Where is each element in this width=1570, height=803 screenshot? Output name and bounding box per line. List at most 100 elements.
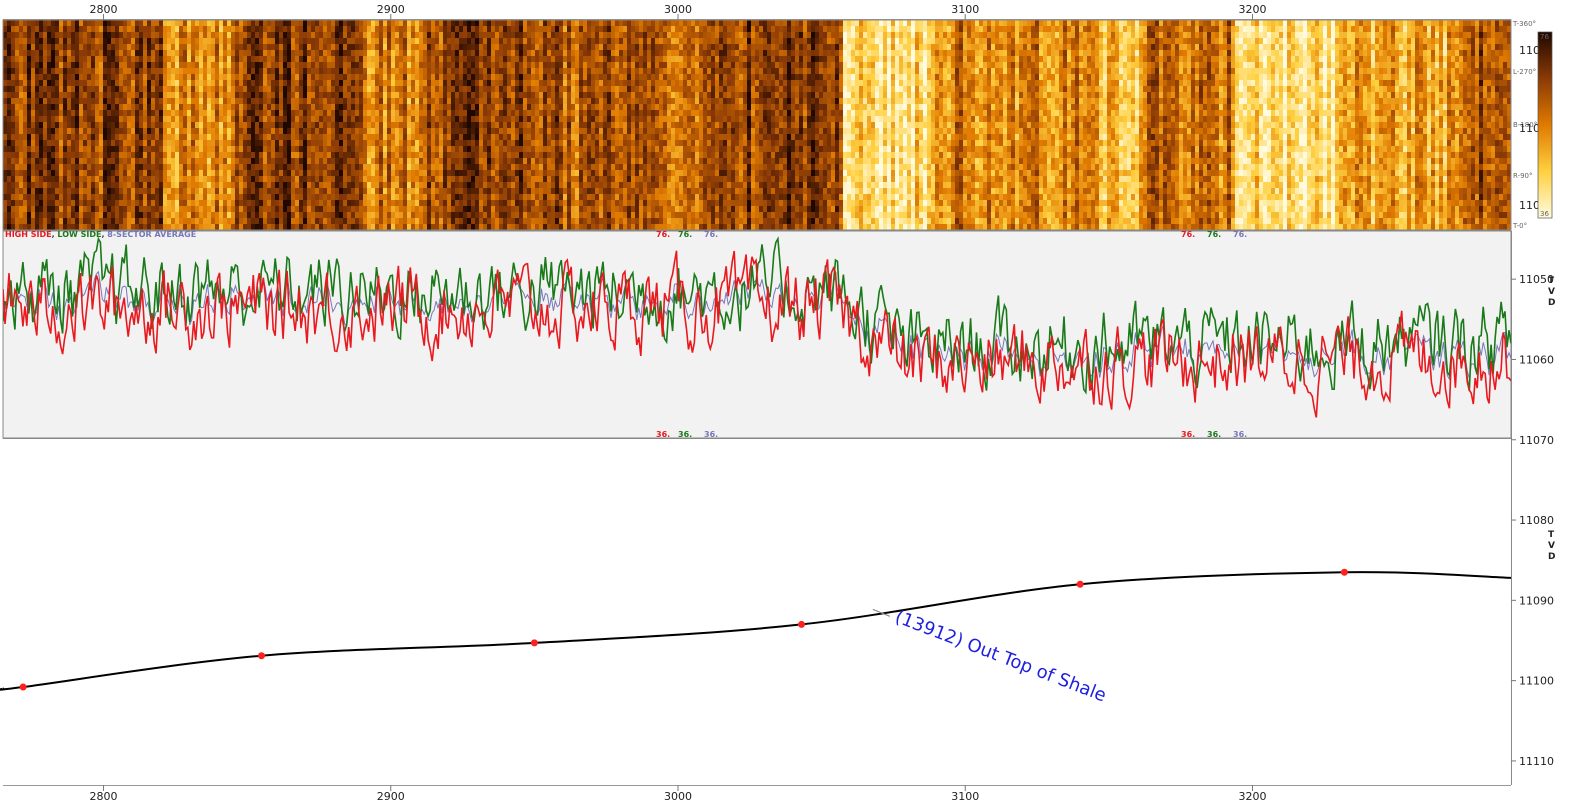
heatmap-cell — [247, 74, 251, 80]
heatmap-cell — [411, 212, 415, 218]
heatmap-cell — [267, 98, 271, 104]
heatmap-cell — [147, 170, 151, 176]
heatmap-cell — [27, 86, 31, 92]
heatmap-cell — [535, 188, 539, 194]
heatmap-cell — [191, 74, 195, 80]
heatmap-cell — [39, 116, 43, 122]
heatmap-cell — [11, 158, 15, 164]
heatmap-cell — [539, 56, 543, 62]
heatmap-cell — [11, 92, 15, 98]
heatmap-cell — [191, 170, 195, 176]
heatmap-cell — [119, 110, 123, 116]
heatmap-cell — [251, 26, 255, 32]
heatmap-cell — [551, 92, 555, 98]
heatmap-cell — [291, 86, 295, 92]
heatmap-cell — [435, 140, 439, 146]
heatmap-cell — [499, 50, 503, 56]
heatmap-cell — [259, 158, 263, 164]
heatmap-cell — [379, 20, 383, 26]
heatmap-cell — [419, 122, 423, 128]
heatmap-cell — [351, 92, 355, 98]
heatmap-cell — [259, 224, 263, 230]
heatmap-cell — [287, 134, 291, 140]
heatmap-cell — [79, 92, 83, 98]
heatmap-cell — [551, 74, 555, 80]
heatmap-cell — [411, 50, 415, 56]
heatmap-cell — [175, 62, 179, 68]
heatmap-cell — [159, 92, 163, 98]
heatmap-cell — [187, 56, 191, 62]
heatmap-cell — [171, 188, 175, 194]
heatmap-cell — [227, 170, 231, 176]
heatmap-cell — [263, 62, 267, 68]
heatmap-cell — [43, 80, 47, 86]
heatmap-cell — [379, 80, 383, 86]
heatmap-cell — [519, 152, 523, 158]
heatmap-cell — [499, 176, 503, 182]
heatmap-cell — [259, 50, 263, 56]
heatmap-cell — [195, 194, 199, 200]
heatmap-cell — [19, 44, 23, 50]
heatmap-cell — [519, 92, 523, 98]
heatmap-cell — [47, 62, 51, 68]
heatmap-cell — [447, 74, 451, 80]
heatmap-cell — [371, 50, 375, 56]
heatmap-cell — [451, 224, 455, 230]
heatmap-cell — [207, 224, 211, 230]
heatmap-cell — [59, 32, 63, 38]
heatmap-cell — [159, 50, 163, 56]
heatmap-cell — [431, 212, 435, 218]
heatmap-cell — [195, 62, 199, 68]
heatmap-cell — [239, 98, 243, 104]
heatmap-cell — [303, 152, 307, 158]
heatmap-cell — [515, 74, 519, 80]
heatmap-cell — [187, 62, 191, 68]
heatmap-cell — [3, 44, 7, 50]
heatmap-cell — [563, 92, 567, 98]
heatmap-cell — [307, 62, 311, 68]
heatmap-cell — [531, 44, 535, 50]
heatmap-cell — [223, 206, 227, 212]
heatmap-cell — [215, 62, 219, 68]
heatmap-cell — [11, 44, 15, 50]
heatmap-cell — [439, 146, 443, 152]
heatmap-cell — [259, 80, 263, 86]
heatmap-cell — [203, 92, 207, 98]
heatmap-cell — [187, 110, 191, 116]
heatmap-cell — [103, 122, 107, 128]
heatmap-cell — [299, 194, 303, 200]
heatmap-cell — [563, 62, 567, 68]
heatmap-cell — [191, 176, 195, 182]
heatmap-cell — [307, 38, 311, 44]
heatmap-cell — [231, 44, 235, 50]
heatmap-cell — [527, 20, 531, 26]
heatmap-cell — [403, 32, 407, 38]
heatmap-cell — [319, 170, 323, 176]
heatmap-cell — [443, 50, 447, 56]
heatmap-cell — [247, 56, 251, 62]
heatmap-cell — [115, 152, 119, 158]
heatmap-cell — [95, 218, 99, 224]
heatmap-cell — [563, 104, 567, 110]
heatmap-cell — [515, 182, 519, 188]
heatmap-cell — [59, 20, 63, 26]
heatmap-cell — [423, 206, 427, 212]
heatmap-cell — [523, 140, 527, 146]
heatmap-cell — [311, 104, 315, 110]
heatmap-cell — [47, 26, 51, 32]
heatmap-cell — [259, 212, 263, 218]
heatmap-cell — [403, 164, 407, 170]
heatmap-cell — [323, 20, 327, 26]
heatmap-cell — [19, 122, 23, 128]
heatmap-cell — [447, 38, 451, 44]
heatmap-cell — [439, 104, 443, 110]
heatmap-cell — [299, 206, 303, 212]
heatmap-cell — [499, 68, 503, 74]
heatmap-cell — [75, 80, 79, 86]
heatmap-cell — [371, 152, 375, 158]
heatmap-cell — [323, 224, 327, 230]
heatmap-cell — [299, 146, 303, 152]
heatmap-cell — [411, 38, 415, 44]
heatmap-cell — [523, 218, 527, 224]
heatmap-cell — [451, 20, 455, 26]
